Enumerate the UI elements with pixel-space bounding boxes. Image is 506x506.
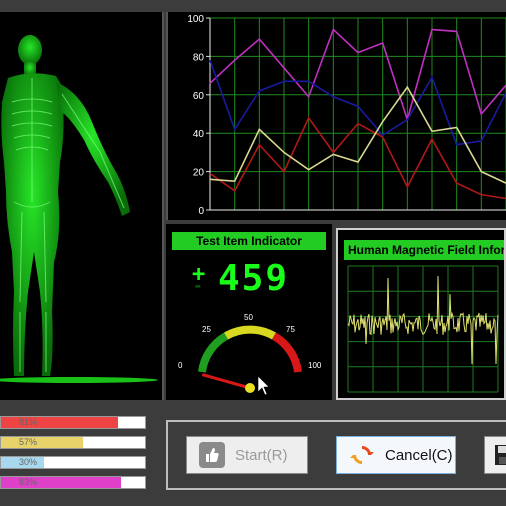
gauge-label-75: 75 <box>286 325 295 334</box>
test-indicator-panel: Test Item Indicator + - 459 0 25 50 75 1… <box>166 224 332 400</box>
human-body-figure <box>0 35 158 383</box>
chart-ytick-label-2: 40 <box>193 129 205 140</box>
progress-label-4: 83% <box>19 477 38 487</box>
progress-bar-4: 83% <box>0 476 146 489</box>
cancel-button[interactable]: Cancel(C) <box>336 436 456 474</box>
body-scan-panel <box>0 12 164 400</box>
gauge-label-25: 25 <box>202 325 211 334</box>
magnetic-field-waveform <box>347 265 499 393</box>
save-button[interactable] <box>484 436 506 474</box>
start-button[interactable]: Start(R) <box>186 436 308 474</box>
gauge: 0 25 50 75 100 <box>178 313 322 396</box>
magnetic-field-panel: Human Magnetic Field Infor <box>336 228 506 400</box>
cancel-button-label: Cancel(C) <box>385 446 453 464</box>
gauge-needle <box>201 373 251 390</box>
gauge-label-0: 0 <box>178 361 183 370</box>
gauge-label-100: 100 <box>308 361 322 370</box>
chart-ytick-label-1: 20 <box>193 168 205 179</box>
start-button-label: Start(R) <box>235 446 288 464</box>
chart-ytick-label-0: 0 <box>198 206 204 217</box>
disk-icon <box>491 442 506 468</box>
gauge-yellow-arc <box>224 325 276 340</box>
progress-bars-area: 81% 57% 30% 83% <box>0 404 162 506</box>
progress-label-2: 57% <box>19 437 38 447</box>
chart-ytick-label-4: 80 <box>193 52 205 63</box>
progress-bar-1: 81% <box>0 416 146 429</box>
progress-fill-2 <box>1 437 84 448</box>
progress-label-1: 81% <box>19 417 38 427</box>
refresh-icon <box>349 442 375 468</box>
line-chart: 0 20 40 60 80 100 <box>187 14 506 217</box>
gauge-label-50: 50 <box>244 313 253 322</box>
button-area: Start(R) Cancel(C) <box>166 420 506 506</box>
mouse-pointer-icon <box>257 375 270 396</box>
chart-ytick-label-3: 60 <box>193 91 205 102</box>
line-chart-panel: 0 20 40 60 80 100 <box>166 12 506 220</box>
gauge-green-arc <box>198 332 229 373</box>
thumbs-up-icon <box>199 442 225 468</box>
gauge-red-arc <box>271 332 302 373</box>
progress-bar-3: 30% <box>0 456 146 469</box>
chart-ytick-label-5: 100 <box>187 14 204 25</box>
progress-label-3: 30% <box>19 457 38 467</box>
progress-bar-2: 57% <box>0 436 146 449</box>
gauge-pivot <box>245 383 255 393</box>
